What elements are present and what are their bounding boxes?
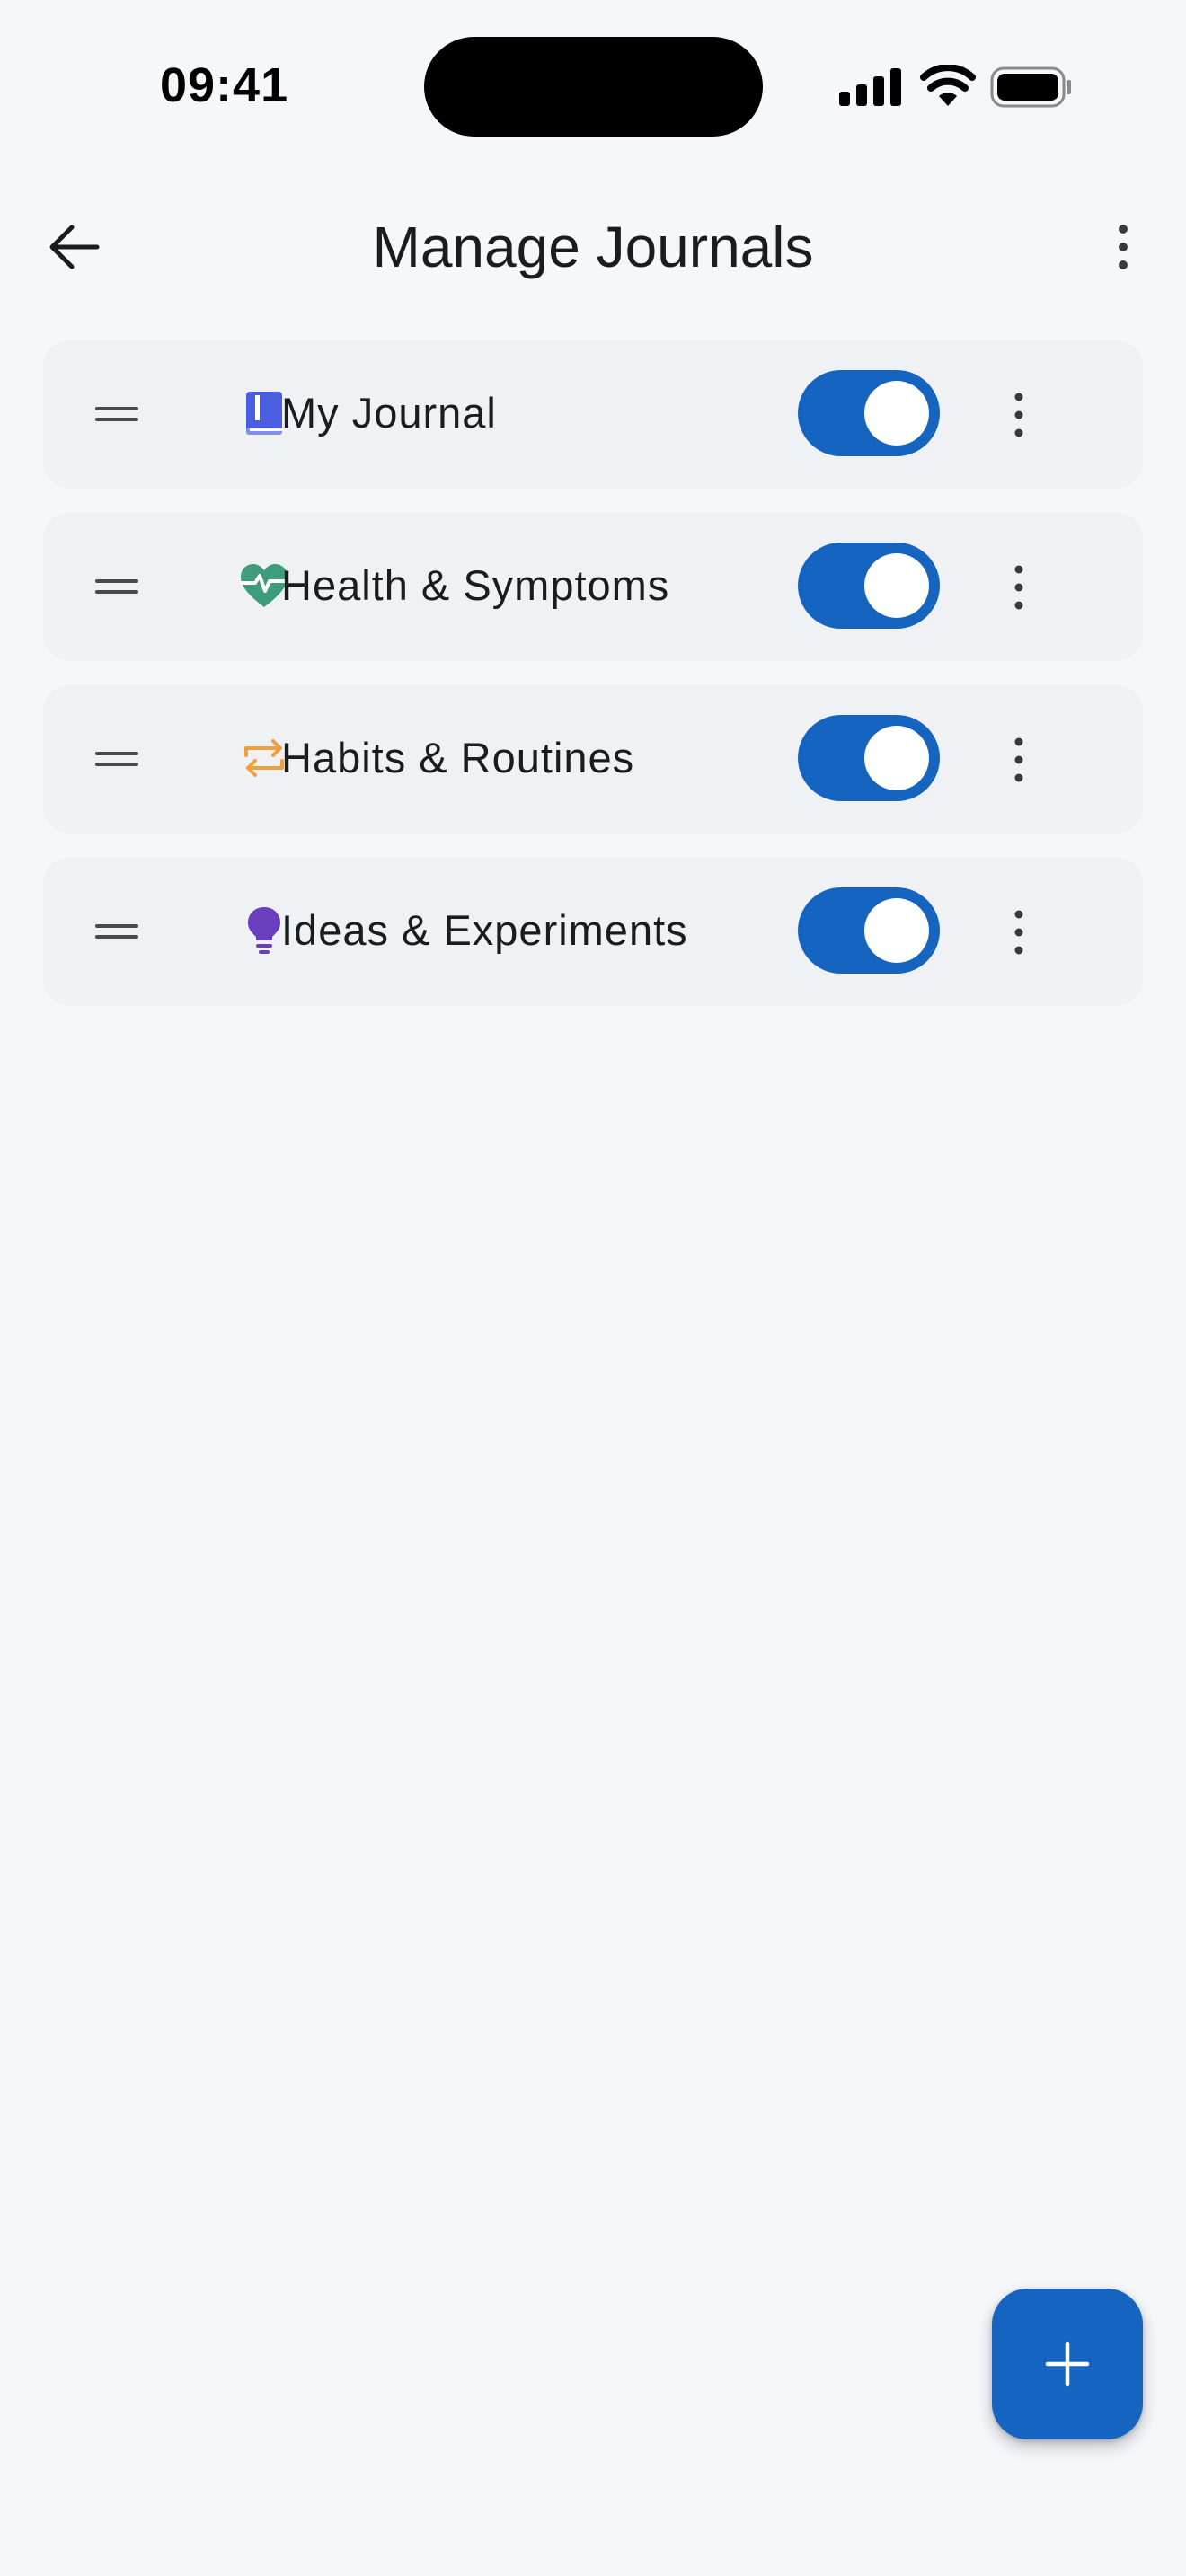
- journal-row[interactable]: Ideas & Experiments: [43, 857, 1143, 1006]
- journal-enabled-toggle[interactable]: [798, 887, 940, 974]
- journal-enabled-toggle[interactable]: [798, 543, 940, 629]
- more-vertical-icon[interactable]: [992, 379, 1046, 451]
- journal-name: Habits & Routines: [281, 734, 635, 781]
- more-vertical-icon[interactable]: [992, 896, 1046, 968]
- journal-row[interactable]: Health & Symptoms: [43, 512, 1143, 661]
- dynamic-island: [424, 37, 763, 137]
- more-vertical-icon[interactable]: [992, 724, 1046, 796]
- page-title: Manage Journals: [372, 215, 814, 279]
- drag-handle-icon[interactable]: [93, 911, 140, 952]
- arrow-left-icon: [49, 225, 100, 269]
- journal-enabled-toggle[interactable]: [798, 715, 940, 801]
- add-journal-button[interactable]: [992, 2289, 1143, 2439]
- toggle-knob: [864, 726, 929, 790]
- battery-icon: [990, 66, 1071, 108]
- toggle-knob: [864, 381, 929, 446]
- drag-handle-icon[interactable]: [93, 566, 140, 607]
- status-icons: [839, 63, 1082, 110]
- more-vertical-icon[interactable]: [992, 551, 1046, 623]
- journal-enabled-toggle[interactable]: [798, 370, 940, 456]
- plus-icon: [1045, 2342, 1090, 2386]
- journal-name: My Journal: [281, 389, 497, 437]
- status-bar: 09:41: [0, 0, 1186, 171]
- app-bar: Manage Journals: [0, 189, 1186, 296]
- back-button[interactable]: [36, 207, 117, 287]
- wifi-icon: [920, 65, 976, 106]
- toggle-knob: [864, 898, 929, 963]
- toggle-knob: [864, 553, 929, 618]
- journal-name: Ideas & Experiments: [281, 906, 688, 954]
- journal-row[interactable]: My Journal: [43, 340, 1143, 489]
- journal-list: My Journal Health & Symptoms Habits & Ro…: [43, 340, 1143, 1029]
- journal-row[interactable]: Habits & Routines: [43, 684, 1143, 834]
- overflow-menu-button[interactable]: [1087, 207, 1159, 287]
- drag-handle-icon[interactable]: [93, 393, 140, 435]
- journal-name: Health & Symptoms: [281, 561, 670, 609]
- status-time: 09:41: [160, 58, 289, 112]
- drag-handle-icon[interactable]: [93, 738, 140, 780]
- more-vertical-icon: [1119, 225, 1128, 269]
- signal-icon: [839, 68, 901, 106]
